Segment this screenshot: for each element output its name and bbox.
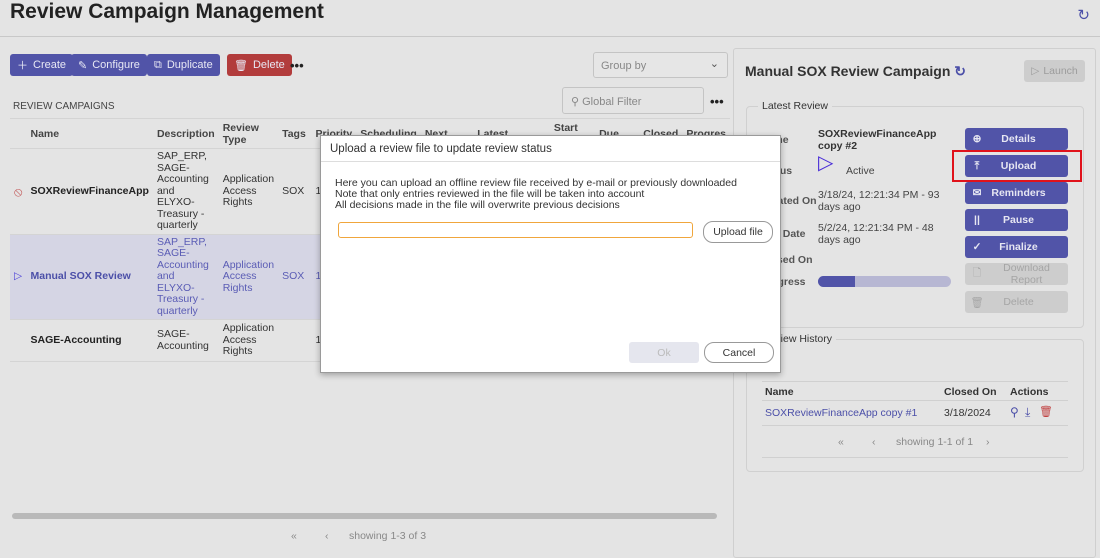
row-description: SAP_ERP, SAGE-Accounting and ELYXO-Treas…	[152, 148, 219, 235]
history-col-actions: Actions	[1010, 386, 1049, 398]
pause-icon: ||	[974, 214, 980, 226]
more-actions-button[interactable]: •••	[290, 58, 304, 73]
create-label: Create	[33, 59, 67, 71]
delete-label: Delete	[252, 59, 285, 71]
history-header: Name Closed On Actions	[762, 381, 1068, 401]
row-description: SAP_ERP, SAGE-Accounting and ELYXO-Treas…	[152, 234, 219, 320]
section-title: REVIEW CAMPAIGNS	[13, 101, 115, 112]
row-type: Application Access Rights	[218, 319, 279, 362]
delete-button[interactable]: 🗑 Delete	[227, 54, 292, 76]
history-row-name[interactable]: SOXReviewFinanceApp copy #1	[765, 407, 917, 419]
group-by-select[interactable]: Group by ⌄	[593, 52, 728, 78]
delete-review-button[interactable]: 🗑 Delete	[965, 291, 1068, 313]
pencil-icon: ✎	[78, 59, 88, 72]
review-created: 3/18/24, 12:21:34 PM - 93 days ago	[818, 189, 940, 213]
configure-button[interactable]: ✎ Configure	[71, 54, 147, 76]
launch-button[interactable]: ▷ Launch	[1024, 60, 1085, 82]
mail-icon: ✉	[972, 187, 982, 199]
play-icon: ▷	[1031, 65, 1040, 77]
review-status: Active	[846, 165, 875, 177]
disabled-icon: ⦸	[10, 148, 27, 235]
horizontal-scrollbar[interactable]	[12, 513, 717, 519]
upload-dialog: Upload a review file to update review st…	[320, 135, 781, 373]
row-name[interactable]: SOXReviewFinanceApp	[26, 148, 153, 235]
divider	[0, 36, 1100, 37]
group-by-placeholder: Group by	[601, 60, 647, 72]
row-tags: SOX	[278, 234, 312, 320]
search-icon[interactable]: ⚲	[1010, 405, 1019, 419]
row-name[interactable]: Manual SOX Review	[26, 234, 153, 320]
file-icon: 🗋	[972, 267, 982, 279]
trash-icon: 🗑	[234, 59, 248, 72]
refresh-icon[interactable]: ↻	[954, 63, 966, 79]
ok-button[interactable]: Ok	[629, 342, 699, 363]
divider	[762, 457, 1068, 458]
col-name[interactable]: Name	[26, 118, 153, 149]
check-icon: ✓	[972, 241, 982, 253]
review-progress-bar	[818, 276, 951, 287]
col-icon	[10, 118, 27, 149]
history-row: SOXReviewFinanceApp copy #1 3/18/2024 ⚲ …	[762, 401, 1068, 426]
trash-icon[interactable]: 🗑	[1039, 405, 1053, 418]
upload-highlight	[952, 150, 1082, 182]
prev-page-button[interactable]: ‹	[325, 530, 329, 542]
row-tags	[278, 319, 312, 362]
latest-review-legend: Latest Review	[758, 100, 832, 112]
history-next-page[interactable]: ›	[986, 436, 990, 448]
dialog-line: All decisions made in the file will over…	[335, 199, 620, 211]
page-title: Review Campaign Management	[10, 0, 324, 23]
review-due: 5/2/24, 12:21:34 PM - 48 days ago	[818, 222, 934, 246]
configure-label: Configure	[92, 59, 140, 71]
pause-button[interactable]: || Pause	[965, 209, 1068, 231]
duplicate-button[interactable]: ⧉ Duplicate	[147, 54, 220, 76]
history-pager-text: showing 1-1 of 1	[896, 436, 974, 448]
col-description[interactable]: Description	[152, 118, 219, 149]
col-type[interactable]: Review Type	[218, 118, 279, 149]
filter-placeholder: Global Filter	[582, 96, 642, 108]
duplicate-label: Duplicate	[166, 59, 213, 71]
history-prev-page[interactable]: ‹	[872, 436, 876, 448]
download-report-button[interactable]: 🗋 Download Report	[965, 262, 1068, 286]
details-button[interactable]: ⊕ Details	[965, 128, 1068, 150]
download-icon[interactable]: ⤓	[1025, 405, 1030, 420]
pager-text: showing 1-3 of 3	[349, 530, 427, 542]
search-icon: ⚲	[571, 96, 580, 108]
global-filter-input[interactable]: ⚲ Global Filter	[562, 87, 704, 114]
history-row-closed: 3/18/2024	[944, 407, 991, 419]
reminders-button[interactable]: ✉ Reminders	[965, 182, 1068, 204]
row-tags: SOX	[278, 148, 312, 235]
file-path-input[interactable]	[338, 222, 693, 238]
create-button[interactable]: ＋ Create	[10, 54, 74, 76]
col-tags[interactable]: Tags	[278, 118, 312, 149]
finalize-button[interactable]: ✓ Finalize	[965, 236, 1068, 258]
history-col-name: Name	[765, 386, 794, 398]
cancel-button[interactable]: Cancel	[704, 342, 774, 363]
upload-file-button[interactable]: Upload file	[703, 221, 773, 243]
review-name: SOXReviewFinanceApp copy #2	[818, 128, 937, 152]
history-col-closed: Closed On	[944, 386, 997, 398]
copy-icon: ⧉	[154, 58, 162, 71]
plus-icon: ＋	[17, 60, 28, 72]
row-description: SAGE-Accounting	[152, 319, 219, 362]
row-name[interactable]: SAGE-Accounting	[26, 319, 153, 362]
detail-title: Manual SOX Review Campaign ↻	[745, 63, 967, 79]
dialog-title: Upload a review file to update review st…	[321, 136, 780, 162]
launch-label: Launch	[1043, 65, 1078, 77]
first-page-button[interactable]: «	[291, 530, 297, 542]
table-options-button[interactable]: •••	[710, 94, 724, 109]
history-first-page[interactable]: «	[838, 436, 844, 448]
dialog-body: Here you can upload an offline review fi…	[335, 178, 737, 211]
active-status-icon: ▷	[818, 152, 834, 174]
progress-fill	[818, 276, 856, 287]
play-icon: ▷	[10, 234, 27, 320]
trash-icon: 🗑	[970, 296, 984, 309]
refresh-icon[interactable]: ↻	[1077, 6, 1090, 24]
row-type: Application Access Rights	[218, 234, 279, 320]
chevron-down-icon: ⌄	[709, 58, 719, 70]
row-type: Application Access Rights	[218, 148, 279, 235]
zoom-in-icon: ⊕	[972, 133, 982, 145]
